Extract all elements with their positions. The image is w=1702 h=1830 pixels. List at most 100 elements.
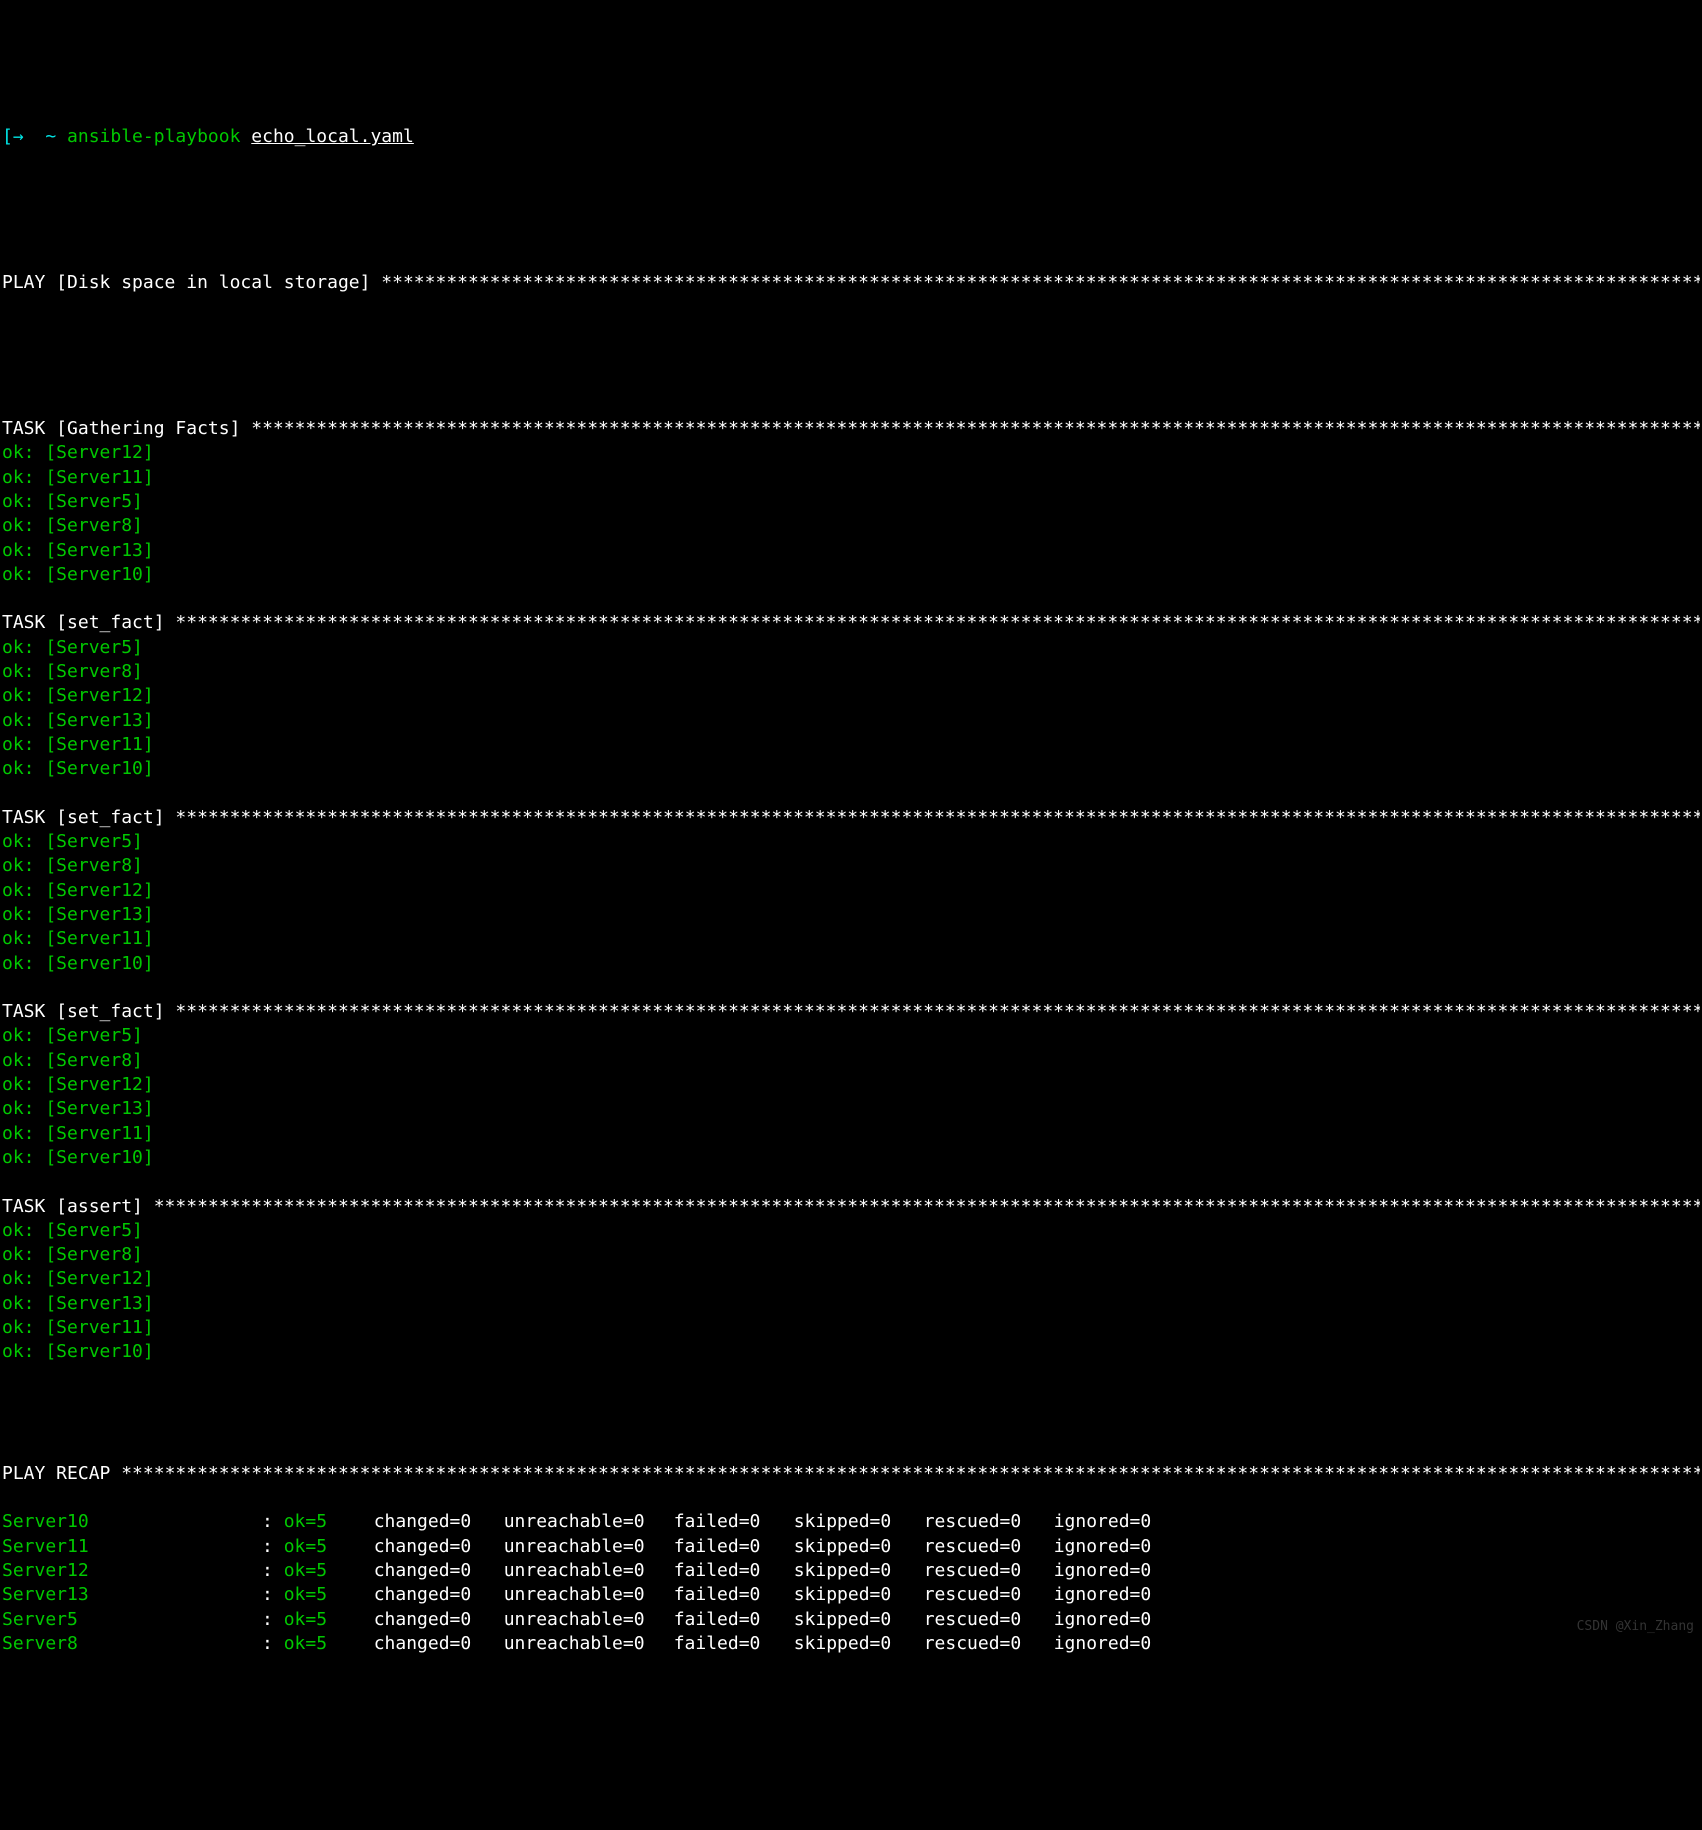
rule-asterisks — [121, 1462, 1700, 1486]
result-status: ok: [Server11] — [2, 1122, 154, 1146]
result-status: ok: [Server12] — [2, 441, 154, 465]
rule-asterisks — [175, 611, 1700, 635]
task-result-line: ok: [Server8] — [2, 514, 1700, 538]
recap-unreachable: unreachable=0 — [504, 1583, 674, 1607]
recap-ok: ok=5 — [284, 1608, 374, 1632]
recap-rescued: rescued=0 — [924, 1559, 1054, 1583]
recap-header: PLAY RECAP — [2, 1462, 1700, 1486]
task-result-line: ok: [Server13] — [2, 539, 1700, 563]
task-header: TASK [Gathering Facts] — [2, 417, 1700, 441]
recap-unreachable: unreachable=0 — [504, 1608, 674, 1632]
result-status: ok: [Server5] — [2, 1219, 143, 1243]
task-result-line: ok: [Server10] — [2, 952, 1700, 976]
recap-failed: failed=0 — [674, 1608, 794, 1632]
result-status: ok: [Server13] — [2, 709, 154, 733]
recap-changed: changed=0 — [374, 1608, 504, 1632]
result-status: ok: [Server13] — [2, 539, 154, 563]
result-status: ok: [Server13] — [2, 1292, 154, 1316]
task-result-line: ok: [Server12] — [2, 1073, 1700, 1097]
task-result-line: ok: [Server13] — [2, 1097, 1700, 1121]
task-result-line: ok: [Server8] — [2, 854, 1700, 878]
task-header-text: TASK [set_fact] — [2, 806, 175, 830]
task-result-line: ok: [Server12] — [2, 441, 1700, 465]
result-status: ok: [Server5] — [2, 830, 143, 854]
result-status: ok: [Server10] — [2, 757, 154, 781]
recap-row: Server8: ok=5changed=0unreachable=0faile… — [2, 1632, 1700, 1656]
command-name: ansible-playbook — [67, 125, 240, 149]
recap-colon: : — [262, 1510, 284, 1534]
recap-colon: : — [262, 1535, 284, 1559]
recap-skipped: skipped=0 — [794, 1608, 924, 1632]
task-header-text: TASK [assert] — [2, 1195, 154, 1219]
recap-changed: changed=0 — [374, 1583, 504, 1607]
recap-host: Server11 — [2, 1535, 262, 1559]
task-result-line: ok: [Server11] — [2, 733, 1700, 757]
recap-changed: changed=0 — [374, 1559, 504, 1583]
task-result-line: ok: [Server10] — [2, 1340, 1700, 1364]
result-status: ok: [Server10] — [2, 1340, 154, 1364]
blank-line — [2, 1365, 1700, 1389]
task-result-line: ok: [Server5] — [2, 636, 1700, 660]
task-result-line: ok: [Server5] — [2, 1024, 1700, 1048]
recap-header-text: PLAY RECAP — [2, 1462, 121, 1486]
result-status: ok: [Server10] — [2, 1146, 154, 1170]
recap-host: Server13 — [2, 1583, 262, 1607]
result-status: ok: [Server12] — [2, 1267, 154, 1291]
result-status: ok: [Server5] — [2, 636, 143, 660]
result-status: ok: [Server12] — [2, 879, 154, 903]
task-result-line: ok: [Server8] — [2, 1049, 1700, 1073]
recap-row: Server11: ok=5changed=0unreachable=0fail… — [2, 1535, 1700, 1559]
result-status: ok: [Server10] — [2, 563, 154, 587]
blank-line — [2, 782, 1700, 806]
recap-ignored: ignored=0 — [1054, 1535, 1184, 1559]
result-status: ok: [Server8] — [2, 1049, 143, 1073]
result-status: ok: [Server12] — [2, 684, 154, 708]
rule-asterisks — [175, 806, 1700, 830]
task-header: TASK [set_fact] — [2, 1000, 1700, 1024]
task-result-line: ok: [Server11] — [2, 1122, 1700, 1146]
recap-unreachable: unreachable=0 — [504, 1535, 674, 1559]
result-status: ok: [Server5] — [2, 490, 143, 514]
task-result-line: ok: [Server5] — [2, 490, 1700, 514]
result-status: ok: [Server11] — [2, 1316, 154, 1340]
result-status: ok: [Server8] — [2, 1243, 143, 1267]
rule-asterisks — [251, 417, 1700, 441]
recap-skipped: skipped=0 — [794, 1535, 924, 1559]
recap-host: Server5 — [2, 1608, 262, 1632]
recap-failed: failed=0 — [674, 1632, 794, 1656]
task-header: TASK [assert] — [2, 1195, 1700, 1219]
recap-skipped: skipped=0 — [794, 1510, 924, 1534]
recap-host: Server10 — [2, 1510, 262, 1534]
result-status: ok: [Server12] — [2, 1073, 154, 1097]
task-result-line: ok: [Server5] — [2, 1219, 1700, 1243]
task-result-line: ok: [Server13] — [2, 709, 1700, 733]
task-result-line: ok: [Server8] — [2, 660, 1700, 684]
result-status: ok: [Server8] — [2, 854, 143, 878]
task-result-line: ok: [Server13] — [2, 903, 1700, 927]
recap-ok: ok=5 — [284, 1583, 374, 1607]
play-header-text: PLAY [Disk space in local storage] — [2, 271, 381, 295]
recap-row: Server13: ok=5changed=0unreachable=0fail… — [2, 1583, 1700, 1607]
task-result-line: ok: [Server5] — [2, 830, 1700, 854]
recap-failed: failed=0 — [674, 1510, 794, 1534]
recap-changed: changed=0 — [374, 1535, 504, 1559]
blank-line — [2, 976, 1700, 1000]
result-status: ok: [Server10] — [2, 952, 154, 976]
recap-skipped: skipped=0 — [794, 1583, 924, 1607]
task-result-line: ok: [Server8] — [2, 1243, 1700, 1267]
recap-failed: failed=0 — [674, 1535, 794, 1559]
task-header: TASK [set_fact] — [2, 611, 1700, 635]
recap-ok: ok=5 — [284, 1510, 374, 1534]
recap-ignored: ignored=0 — [1054, 1510, 1184, 1534]
recap-unreachable: unreachable=0 — [504, 1559, 674, 1583]
command-arg: echo_local.yaml — [251, 125, 414, 149]
result-status: ok: [Server11] — [2, 466, 154, 490]
recap-ignored: ignored=0 — [1054, 1583, 1184, 1607]
task-result-line: ok: [Server11] — [2, 927, 1700, 951]
recap-ok: ok=5 — [284, 1559, 374, 1583]
result-status: ok: [Server13] — [2, 1097, 154, 1121]
recap-ignored: ignored=0 — [1054, 1608, 1184, 1632]
rule-asterisks — [175, 1000, 1700, 1024]
recap-changed: changed=0 — [374, 1510, 504, 1534]
task-result-line: ok: [Server10] — [2, 757, 1700, 781]
